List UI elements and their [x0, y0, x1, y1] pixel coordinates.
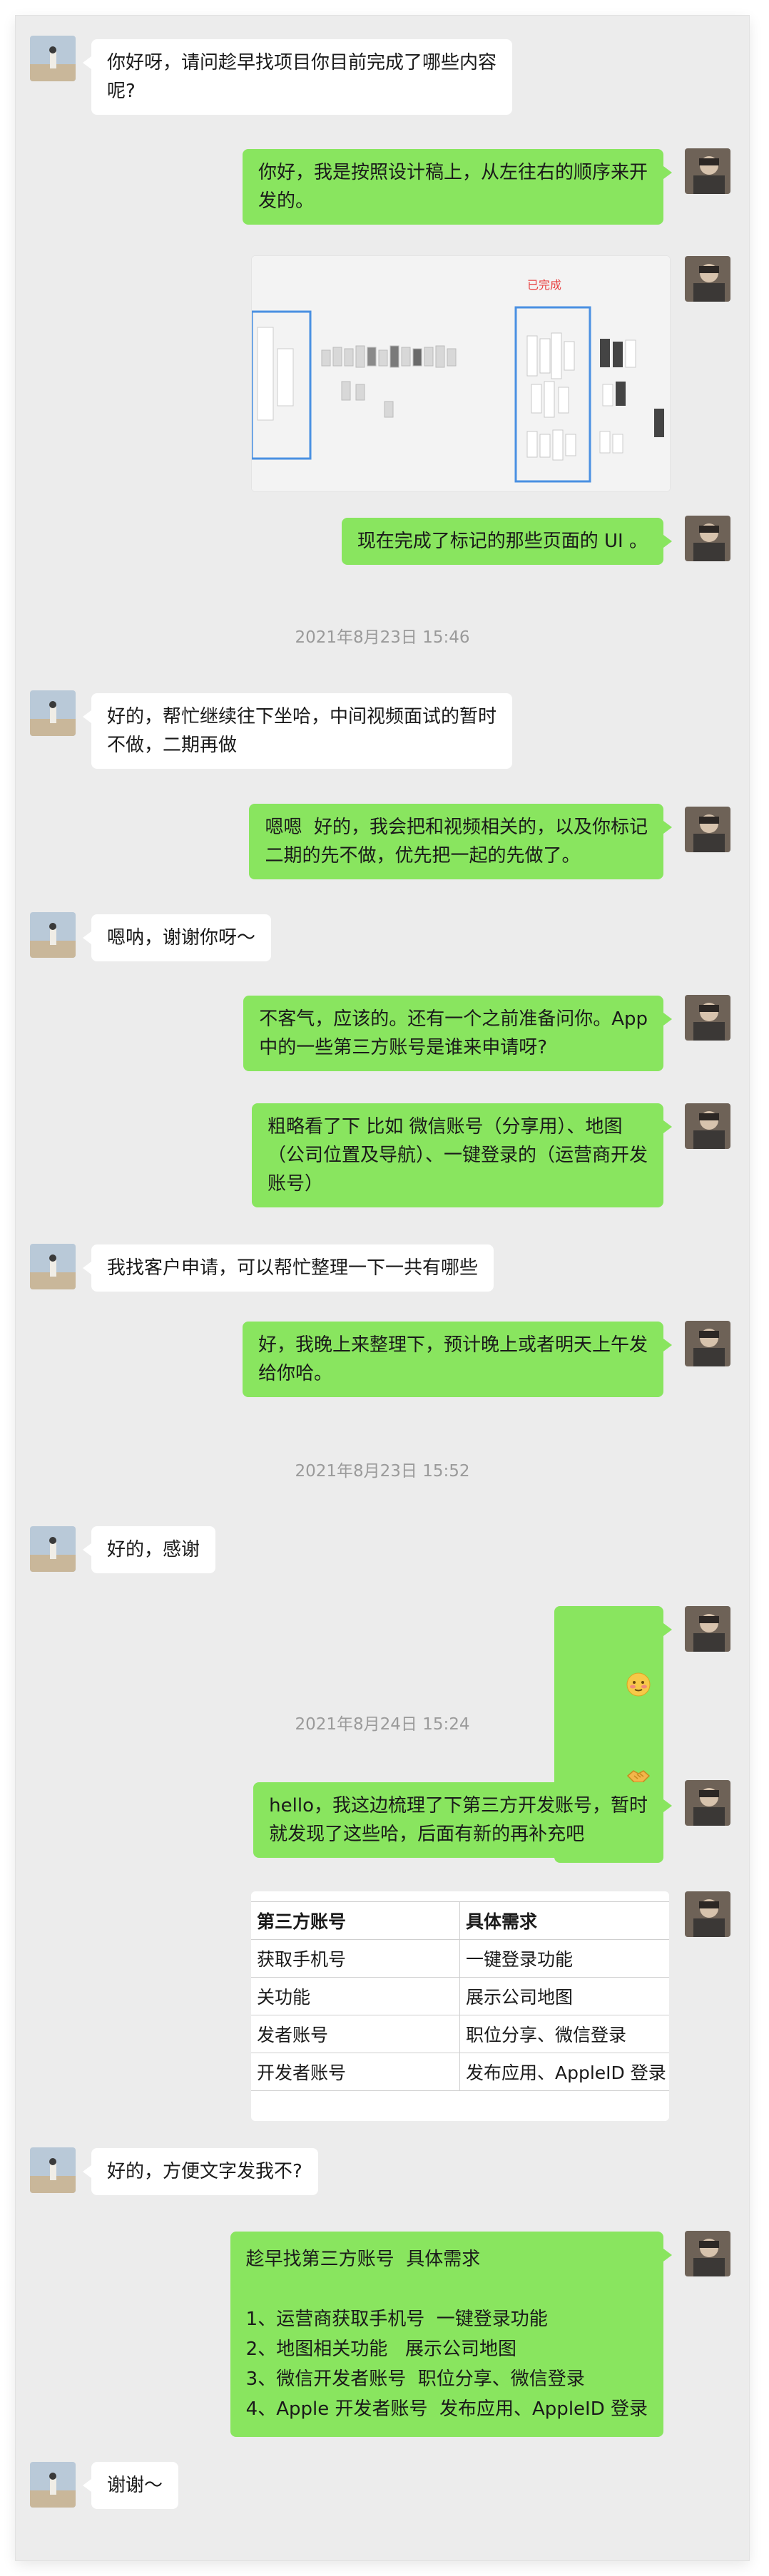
avatar-self[interactable]: [685, 1891, 730, 1937]
table-cell: 展示公司地图: [459, 1977, 669, 2015]
table-cell: 发布应用、AppleID 登录: [459, 2053, 669, 2091]
table-cell: 一键登录功能: [459, 1939, 669, 1978]
avatar-self[interactable]: [685, 1103, 730, 1149]
message-bubble[interactable]: 嗯呐，谢谢你呀～: [82, 914, 272, 961]
avatar-contact[interactable]: [30, 1526, 76, 1572]
accounts-table: 第三方账号 具体需求 获取手机号 一键登录功能 关功能 展示公司地图 发者账号 …: [251, 1901, 669, 2091]
avatar-self[interactable]: [685, 1780, 730, 1826]
chat-window[interactable]: 你好呀，请问趁早找项目你目前完成了哪些内容 呢? 你好，我是按照设计稿上，从左往…: [16, 16, 749, 2560]
design-screenshot-image[interactable]: 已完成: [251, 255, 671, 492]
accounts-table-image[interactable]: 第三方账号 具体需求 获取手机号 一键登录功能 关功能 展示公司地图 发者账号 …: [251, 1891, 669, 2121]
avatar-self[interactable]: [685, 148, 730, 194]
table-row: 开发者账号 发布应用、AppleID 登录: [251, 2053, 669, 2091]
message-bubble[interactable]: 现在完成了标记的那些页面的 UI 。: [341, 518, 673, 565]
timestamp: 2021年8月23日 15:52: [295, 1462, 470, 1481]
message-bubble[interactable]: 趁早找第三方账号 具体需求 1、运营商获取手机号 一键登录功能 2、地图相关功能…: [230, 2232, 673, 2437]
table-header-cell: 第三方账号: [251, 1901, 460, 1940]
table-row: 关功能 展示公司地图: [251, 1977, 669, 2015]
avatar-self[interactable]: [685, 256, 730, 302]
avatar-self[interactable]: [685, 1321, 730, 1366]
table-header-cell: 具体需求: [459, 1901, 669, 1940]
table-cell: 职位分享、微信登录: [459, 2015, 669, 2053]
message-bubble[interactable]: 谢谢～: [82, 2462, 179, 2509]
table-cell: 获取手机号: [251, 1939, 460, 1978]
completed-label: 已完成: [527, 278, 561, 292]
avatar-contact[interactable]: [30, 2147, 76, 2193]
message-bubble[interactable]: hello，我这边梳理了下第三方开发账号，暂时 就发现了这些哈，后面有新的再补充…: [253, 1782, 672, 1858]
avatar-contact[interactable]: [30, 690, 76, 736]
avatar-self[interactable]: [685, 1606, 730, 1652]
table-row: 发者账号 职位分享、微信登录: [251, 2015, 669, 2053]
table-cell: 关功能: [251, 1977, 460, 2015]
avatar-contact[interactable]: [30, 2462, 76, 2508]
message-bubble[interactable]: 好的，帮忙继续往下坐哈，中间视频面试的暂时 不做，二期再做: [82, 693, 513, 769]
message-bubble[interactable]: 好的，感谢: [82, 1526, 216, 1573]
message-bubble[interactable]: 嗯嗯 好的，我会把和视频相关的，以及你标记 二期的先不做，优先把一起的先做了。: [249, 804, 672, 879]
table-row: 获取手机号 一键登录功能: [251, 1939, 669, 1978]
message-bubble[interactable]: 好的，方便文字发我不?: [83, 2148, 318, 2195]
avatar-contact[interactable]: [30, 36, 76, 81]
avatar-self[interactable]: [685, 2231, 730, 2276]
message-bubble[interactable]: 你好呀，请问趁早找项目你目前完成了哪些内容 呢?: [82, 39, 513, 115]
message-bubble[interactable]: 你好，我是按照设计稿上，从左往右的顺序来开 发的。: [242, 149, 673, 225]
message-bubble[interactable]: 粗略看了下 比如 微信账号（分享用）、地图 （公司位置及导航）、一键登录的（运营…: [251, 1103, 673, 1207]
avatar-contact[interactable]: [30, 912, 76, 958]
avatar-contact[interactable]: [30, 1244, 76, 1289]
table-cell: 发者账号: [251, 2015, 460, 2053]
message-bubble[interactable]: 我找客户申请，可以帮忙整理一下一共有哪些: [82, 1244, 494, 1292]
avatar-self[interactable]: [685, 995, 730, 1041]
table-cell: 开发者账号: [251, 2053, 460, 2091]
avatar-self[interactable]: [685, 807, 730, 852]
avatar-self[interactable]: [685, 516, 730, 561]
design-board-illustration: 已完成: [252, 256, 670, 491]
timestamp: 2021年8月23日 15:46: [295, 628, 470, 647]
table-header-row: 第三方账号 具体需求: [251, 1901, 669, 1940]
message-bubble[interactable]: 好，我晚上来整理下，预计晚上或者明天上午发 给你哈。: [242, 1322, 673, 1397]
timestamp: 2021年8月24日 15:24: [295, 1715, 470, 1734]
message-bubble[interactable]: 不客气，应该的。还有一个之前准备问你。App 中的一些第三方账号是谁来申请呀?: [243, 996, 672, 1071]
